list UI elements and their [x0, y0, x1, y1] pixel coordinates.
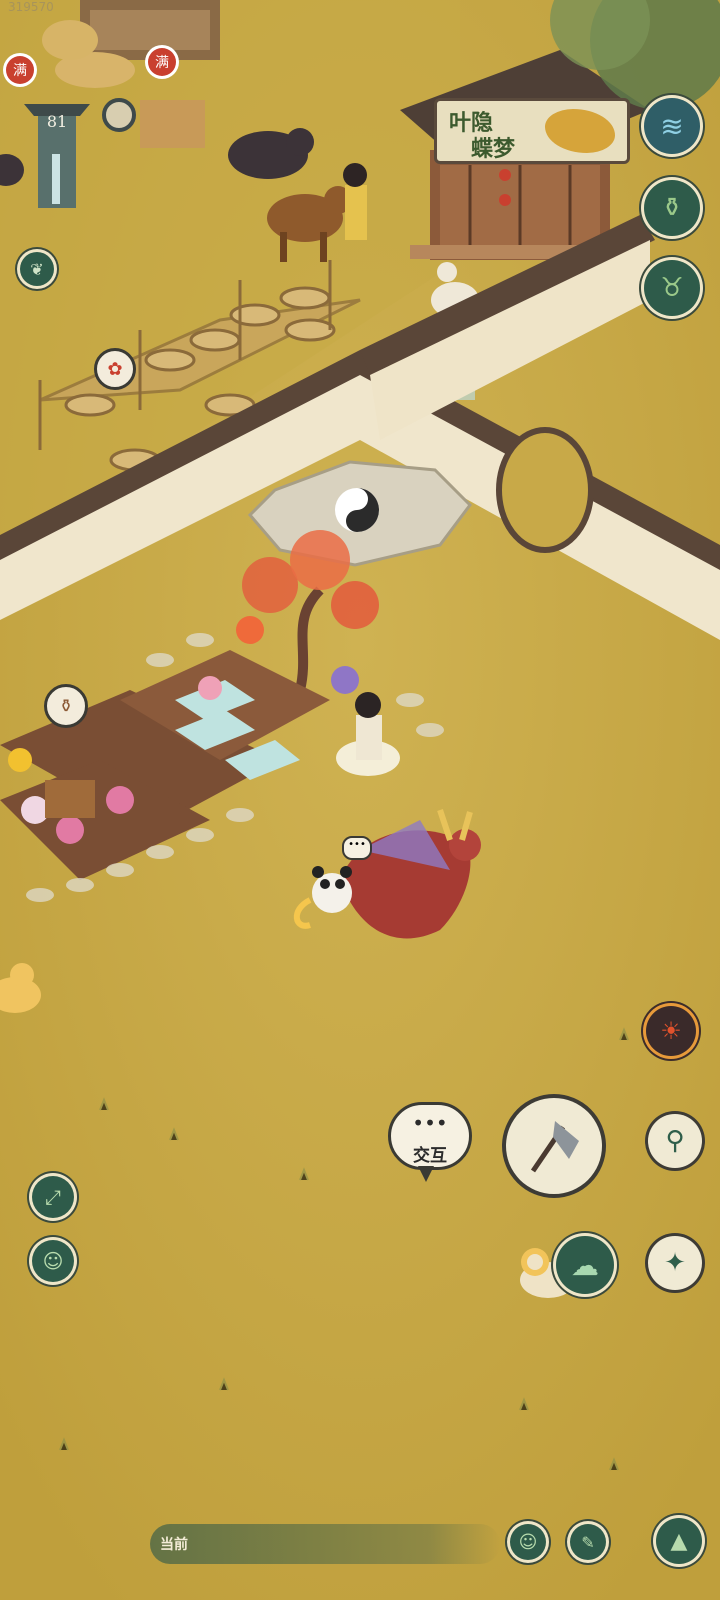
menu-up-button[interactable]: ▲: [656, 1518, 702, 1564]
mask-icon: ♉: [660, 273, 684, 303]
interact-bubble-tail: [418, 1166, 434, 1182]
jar-icon: ⚱: [661, 193, 683, 223]
emote-button[interactable]: ✎: [570, 1524, 606, 1560]
level-totem[interactable]: 81: [22, 94, 92, 212]
full-badge-1: 满: [6, 56, 34, 84]
wave-button[interactable]: ≋: [644, 98, 700, 154]
portrait-icon: ☺: [42, 1249, 64, 1273]
portrait-button[interactable]: ☺: [32, 1240, 74, 1282]
interact-button[interactable]: ••• 交互: [388, 1102, 472, 1170]
fire-spirit-button[interactable]: ☀: [646, 1006, 696, 1056]
leaf-icon: ❦: [30, 259, 44, 279]
full-badge-2: 满: [148, 48, 176, 76]
panda-speech-icon: •••: [342, 836, 372, 860]
leaf-button[interactable]: ❦: [20, 252, 54, 286]
smile-icon: ☺: [518, 1531, 538, 1553]
compass-button[interactable]: ✦: [648, 1236, 702, 1290]
player-id-label: 319570: [8, 0, 54, 14]
game-world: [0, 0, 720, 1600]
level-number: 81: [46, 112, 68, 131]
compass-icon: ✦: [664, 1248, 686, 1278]
cloud-button[interactable]: ☁: [556, 1236, 614, 1294]
cloud-icon: ☁: [571, 1248, 599, 1282]
axe-icon: [530, 1121, 579, 1173]
chat-channel-label: 当前: [160, 1537, 188, 1553]
expand-button[interactable]: ⤢: [32, 1176, 74, 1218]
smile-button[interactable]: ☺: [510, 1524, 546, 1560]
fire-spirit-icon: ☀: [660, 1017, 682, 1045]
garden-task-icon[interactable]: ⚱: [44, 684, 88, 728]
net-button[interactable]: ⚲: [648, 1114, 702, 1168]
interact-dots: •••: [412, 1111, 448, 1135]
drying-rack-task-icon[interactable]: ✿: [94, 348, 136, 390]
emote-icon: ✎: [581, 1532, 595, 1552]
swirl-icon[interactable]: [102, 98, 136, 132]
chevron-up-icon: ▲: [670, 1528, 688, 1554]
axe-button[interactable]: [506, 1098, 602, 1194]
net-icon: ⚲: [665, 1126, 685, 1156]
interact-label: 交互: [413, 1146, 447, 1166]
event-banner[interactable]: 叶隐 蝶梦: [434, 98, 630, 164]
expand-icon: ⤢: [45, 1185, 61, 1209]
wave-icon: ≋: [660, 109, 684, 143]
jar-button[interactable]: ⚱: [644, 180, 700, 236]
banner-line-2: 蝶梦: [471, 136, 516, 162]
butterfly-icon: [545, 109, 615, 153]
fish-icon: ✿: [107, 358, 123, 380]
mask-button[interactable]: ♉: [644, 260, 700, 316]
pot-icon: ⚱: [58, 695, 74, 717]
chat-bar[interactable]: 当前: [150, 1524, 500, 1564]
